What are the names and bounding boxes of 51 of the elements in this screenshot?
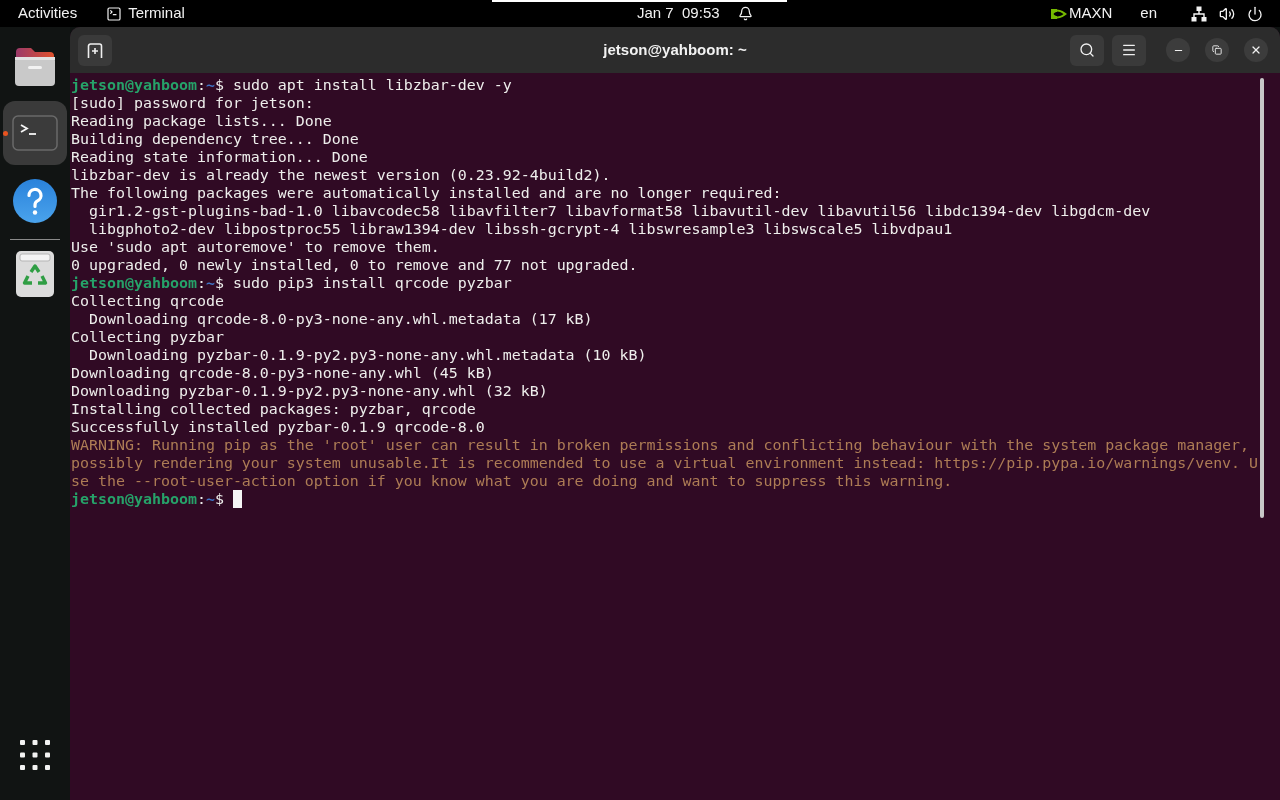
- bell-icon: [737, 6, 753, 21]
- output-line: Downloading pyzbar-0.1.9-py2.py3-none-any.whl (32 kB): [71, 382, 548, 400]
- output-line: Reading state information... Done: [71, 148, 368, 166]
- output-line: Collecting pyzbar: [71, 328, 224, 346]
- help-icon: [13, 179, 57, 223]
- output-line: Successfully installed pyzbar-0.1.9 qrcode-8.0: [71, 418, 485, 436]
- power-mode-button[interactable]: MAXN: [1042, 0, 1121, 27]
- output-line: Use 'sudo apt autoremove' to remove them.: [71, 238, 440, 256]
- search-icon: [1079, 42, 1095, 58]
- output-line: Collecting qrcode: [71, 292, 224, 310]
- output-line: Building dependency tree... Done: [71, 130, 359, 148]
- output-line: Downloading qrcode-8.0-py3-none-any.whl (45 kB): [71, 364, 494, 382]
- network-icon[interactable]: [1191, 5, 1207, 22]
- command-line: jetson@yahboom:~$ sudo apt install libzbar-dev -y: [71, 76, 512, 94]
- output-line: gir1.2-gst-plugins-bad-1.0 libavcodec58 libavfilter7 libavformat58 libavutil-dev libavutil56 libdc1394-dev libgdcm-dev: [88, 202, 1151, 220]
- terminal-icon: [106, 5, 123, 22]
- output-line: Installing collected packages: pyzbar, qrcode: [71, 400, 476, 418]
- new-tab-icon: [87, 42, 103, 58]
- restore-icon: [1212, 45, 1222, 55]
- menu-button[interactable]: [1112, 34, 1146, 66]
- volume-icon[interactable]: [1219, 5, 1235, 22]
- new-tab-button[interactable]: [78, 34, 112, 66]
- output-line: Reading package lists... Done: [71, 112, 332, 130]
- warning-line: possibly rendering your system unusable.It is recommended to use a virtual environment instead: https://pip.pypa.io/warnings/venv. U: [71, 454, 1259, 472]
- command-line: jetson@yahboom:~$ sudo pip3 install qrcode pyzbar: [71, 274, 512, 292]
- logo-icon: [1050, 7, 1067, 20]
- terminal-icon: [12, 115, 58, 151]
- search-button[interactable]: [1070, 34, 1104, 66]
- output-line: [sudo] password for jetson:: [71, 94, 314, 112]
- close-button[interactable]: [1244, 38, 1268, 62]
- recycle-bin-icon: [16, 251, 54, 297]
- output-line: libgphoto2-dev libpostproc55 libraw1394-dev libssh-gcrypt-4 libswresample3 libswscale5 libvdpau1: [88, 220, 953, 238]
- warning-line: se the --root-user-action option if you know what you are doing and want to suppress this warning.: [71, 472, 953, 490]
- app-grid-icon: [20, 740, 50, 770]
- scrollbar[interactable]: [1260, 78, 1264, 518]
- power-icon[interactable]: [1247, 5, 1263, 22]
- output-line: Downloading qrcode-8.0-py3-none-any.whl.metadata (17 kB): [88, 310, 593, 328]
- output-line: Downloading pyzbar-0.1.9-py2.py3-none-any.whl.metadata (10 kB): [88, 346, 647, 364]
- activities-button[interactable]: Activities: [8, 0, 88, 27]
- output-line: libzbar-dev is already the newest version (0.23.92-4build2).: [71, 166, 611, 184]
- menu-icon: [1121, 42, 1137, 58]
- output-line: The following packages were automatically installed and are no longer required:: [71, 184, 782, 202]
- window-title: jetson@yahboom: ~: [603, 39, 747, 60]
- warning-line: WARNING: Running pip as the 'root' user can result in broken permissions and conflicting behaviour with the system package manager,: [71, 436, 1250, 454]
- date-menu-button[interactable]: Jan 7 09:53: [629, 0, 761, 27]
- restore-button[interactable]: [1205, 38, 1229, 62]
- app-menu-button[interactable]: Terminal: [102, 0, 189, 27]
- command-line: jetson@yahboom:~$: [71, 490, 225, 508]
- output-line: 0 upgraded, 0 newly installed, 0 to remove and 77 not upgraded.: [71, 256, 638, 274]
- input-source-button[interactable]: en: [1132, 0, 1165, 27]
- close-icon: [1250, 44, 1262, 56]
